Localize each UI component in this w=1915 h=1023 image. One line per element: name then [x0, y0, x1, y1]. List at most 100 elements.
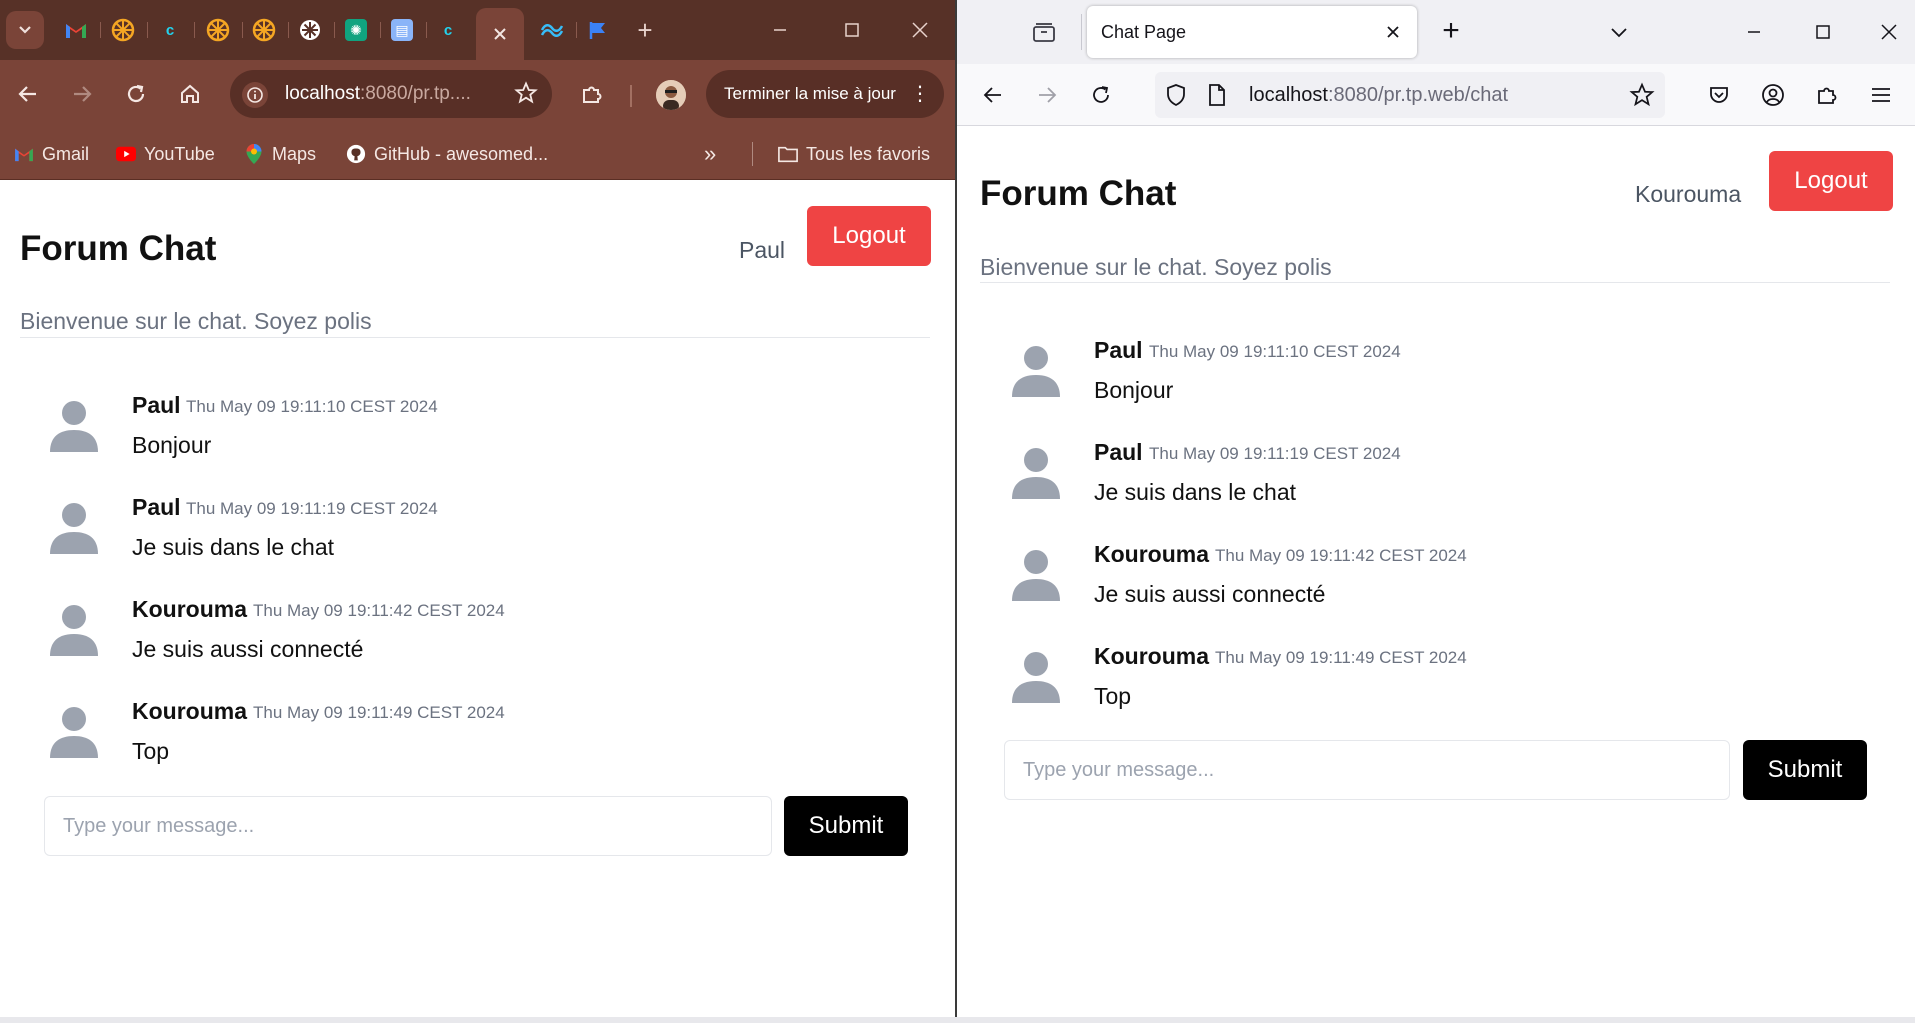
tab-search-button[interactable]: [6, 11, 44, 49]
bookmark-label: YouTube: [144, 143, 215, 164]
reload-button[interactable]: [120, 78, 152, 110]
message-text: Bonjour: [1094, 377, 1174, 403]
update-label: Terminer la mise à jour: [724, 84, 896, 103]
close-icon[interactable]: [492, 26, 508, 42]
tab-flag[interactable]: [580, 12, 616, 48]
extensions-button[interactable]: [1811, 79, 1843, 111]
close-icon[interactable]: [1381, 20, 1405, 44]
user-avatar-icon: [1012, 346, 1060, 397]
message-time: Thu May 09 19:11:49 CEST 2024: [1215, 648, 1467, 667]
forward-button[interactable]: [1031, 79, 1063, 111]
message-text: Je suis aussi connecté: [1094, 581, 1326, 607]
tab-orange-site-1[interactable]: [105, 12, 141, 48]
tab-orange-site-2[interactable]: [200, 12, 236, 48]
logout-button[interactable]: Logout: [807, 206, 931, 266]
submit-button[interactable]: Submit: [1743, 740, 1867, 800]
welcome-text: Bienvenue sur le chat. Soyez polis: [20, 308, 372, 334]
tab-active-chat[interactable]: [476, 8, 524, 60]
back-button[interactable]: [977, 79, 1009, 111]
tab-tailwind[interactable]: [534, 12, 570, 48]
update-button[interactable]: Terminer la mise à jour ⋮: [706, 70, 944, 118]
github-icon: [346, 144, 366, 164]
close-window-button[interactable]: [904, 14, 936, 46]
more-bookmarks-button[interactable]: »: [704, 141, 716, 166]
pocket-button[interactable]: [1703, 79, 1735, 111]
tab-gmail[interactable]: [58, 12, 94, 48]
minimize-button[interactable]: [1738, 16, 1770, 48]
extensions-button[interactable]: [576, 78, 608, 110]
address-url: localhost:8080/pr.tp.web/chat: [1249, 84, 1508, 107]
list-all-tabs-button[interactable]: [1605, 18, 1633, 46]
user-avatar-icon: [50, 503, 98, 554]
tab-cyan-site-2[interactable]: c: [430, 12, 466, 48]
back-button[interactable]: [12, 78, 44, 110]
submit-button[interactable]: Submit: [784, 796, 908, 856]
desktop: c ✺ ▤ c + localhost:8080/pr.tp.... Termi…: [0, 0, 1915, 1023]
gmail-icon: [14, 144, 34, 164]
chevron-down-icon: [19, 26, 31, 34]
message-author: Paul: [1094, 337, 1143, 363]
maximize-button[interactable]: [1807, 16, 1839, 48]
message-text: Je suis dans le chat: [1094, 479, 1297, 505]
more-vert-icon[interactable]: ⋮: [910, 70, 930, 118]
message-time: Thu May 09 19:11:19 CEST 2024: [1149, 444, 1401, 463]
bookmark-star-icon[interactable]: [514, 81, 538, 110]
message-time: Thu May 09 19:11:19 CEST 2024: [186, 499, 438, 518]
user-avatar-icon: [50, 401, 98, 452]
chrome-address-bar[interactable]: localhost:8080/pr.tp....: [230, 70, 552, 118]
chrome-toolbar: localhost:8080/pr.tp.... Terminer la mis…: [0, 60, 955, 128]
profile-avatar[interactable]: [656, 80, 686, 110]
shield-icon[interactable]: [1165, 83, 1187, 112]
message-text: Top: [132, 738, 170, 764]
forward-button[interactable]: [66, 78, 98, 110]
all-bookmarks-folder[interactable]: Tous les favoris: [778, 142, 930, 166]
message-text: Je suis dans le chat: [132, 534, 335, 560]
bookmark-label: Gmail: [42, 143, 90, 164]
cyan-c-icon: c: [443, 21, 453, 39]
tab-doc[interactable]: ▤: [384, 12, 420, 48]
maximize-button[interactable]: [836, 14, 868, 46]
tab-openai-1[interactable]: [292, 12, 328, 48]
bookmark-label: Maps: [272, 143, 317, 164]
tab-orange-site-3[interactable]: [246, 12, 282, 48]
chat-page-right: Forum Chat Kourouma Logout Bienvenue sur…: [957, 127, 1915, 1023]
account-button[interactable]: [1757, 79, 1789, 111]
user-avatar-icon: [50, 707, 98, 758]
tab-cyan-site-1[interactable]: c: [152, 12, 188, 48]
tab-openai-2[interactable]: ✺: [338, 12, 374, 48]
firefox-navbar: localhost:8080/pr.tp.web/chat: [957, 64, 1915, 126]
flag-icon: [589, 22, 605, 39]
bookmark-maps[interactable]: Maps: [244, 142, 316, 166]
cyan-c-icon: c: [165, 21, 175, 39]
logout-button[interactable]: Logout: [1769, 151, 1893, 211]
close-window-button[interactable]: [1873, 16, 1905, 48]
home-icon: [181, 84, 199, 103]
tab-chat-page[interactable]: Chat Page: [1087, 6, 1417, 58]
firefox-address-bar[interactable]: localhost:8080/pr.tp.web/chat: [1155, 72, 1665, 118]
address-url: localhost:8080/pr.tp....: [285, 83, 471, 105]
bookmark-youtube[interactable]: YouTube: [116, 142, 215, 166]
firefox-view-button[interactable]: [1030, 18, 1058, 46]
bookmark-label: GitHub - awesomed...: [374, 143, 549, 164]
tailwind-icon: [540, 24, 564, 37]
header-divider: [20, 337, 930, 338]
puzzle-icon: [583, 86, 602, 103]
page-icon[interactable]: [1207, 83, 1227, 112]
message-time: Thu May 09 19:11:10 CEST 2024: [1149, 342, 1401, 361]
message-input[interactable]: [44, 796, 772, 856]
bookmark-gmail[interactable]: Gmail: [14, 142, 89, 166]
url-host: localhost: [1249, 84, 1328, 106]
home-button[interactable]: [174, 78, 206, 110]
reload-button[interactable]: [1085, 79, 1117, 111]
bookmark-star-icon[interactable]: [1629, 82, 1655, 113]
site-info-icon[interactable]: [242, 82, 268, 108]
maximize-icon: [1816, 25, 1830, 39]
chevron-down-icon: [1611, 28, 1627, 38]
bookmark-github[interactable]: GitHub - awesomed...: [346, 142, 548, 166]
orange-seal-icon: [252, 18, 276, 42]
message-input[interactable]: [1004, 740, 1730, 800]
new-tab-button[interactable]: +: [630, 15, 660, 45]
minimize-button[interactable]: [764, 14, 796, 46]
new-tab-button[interactable]: +: [1435, 16, 1467, 48]
menu-button[interactable]: [1865, 79, 1897, 111]
